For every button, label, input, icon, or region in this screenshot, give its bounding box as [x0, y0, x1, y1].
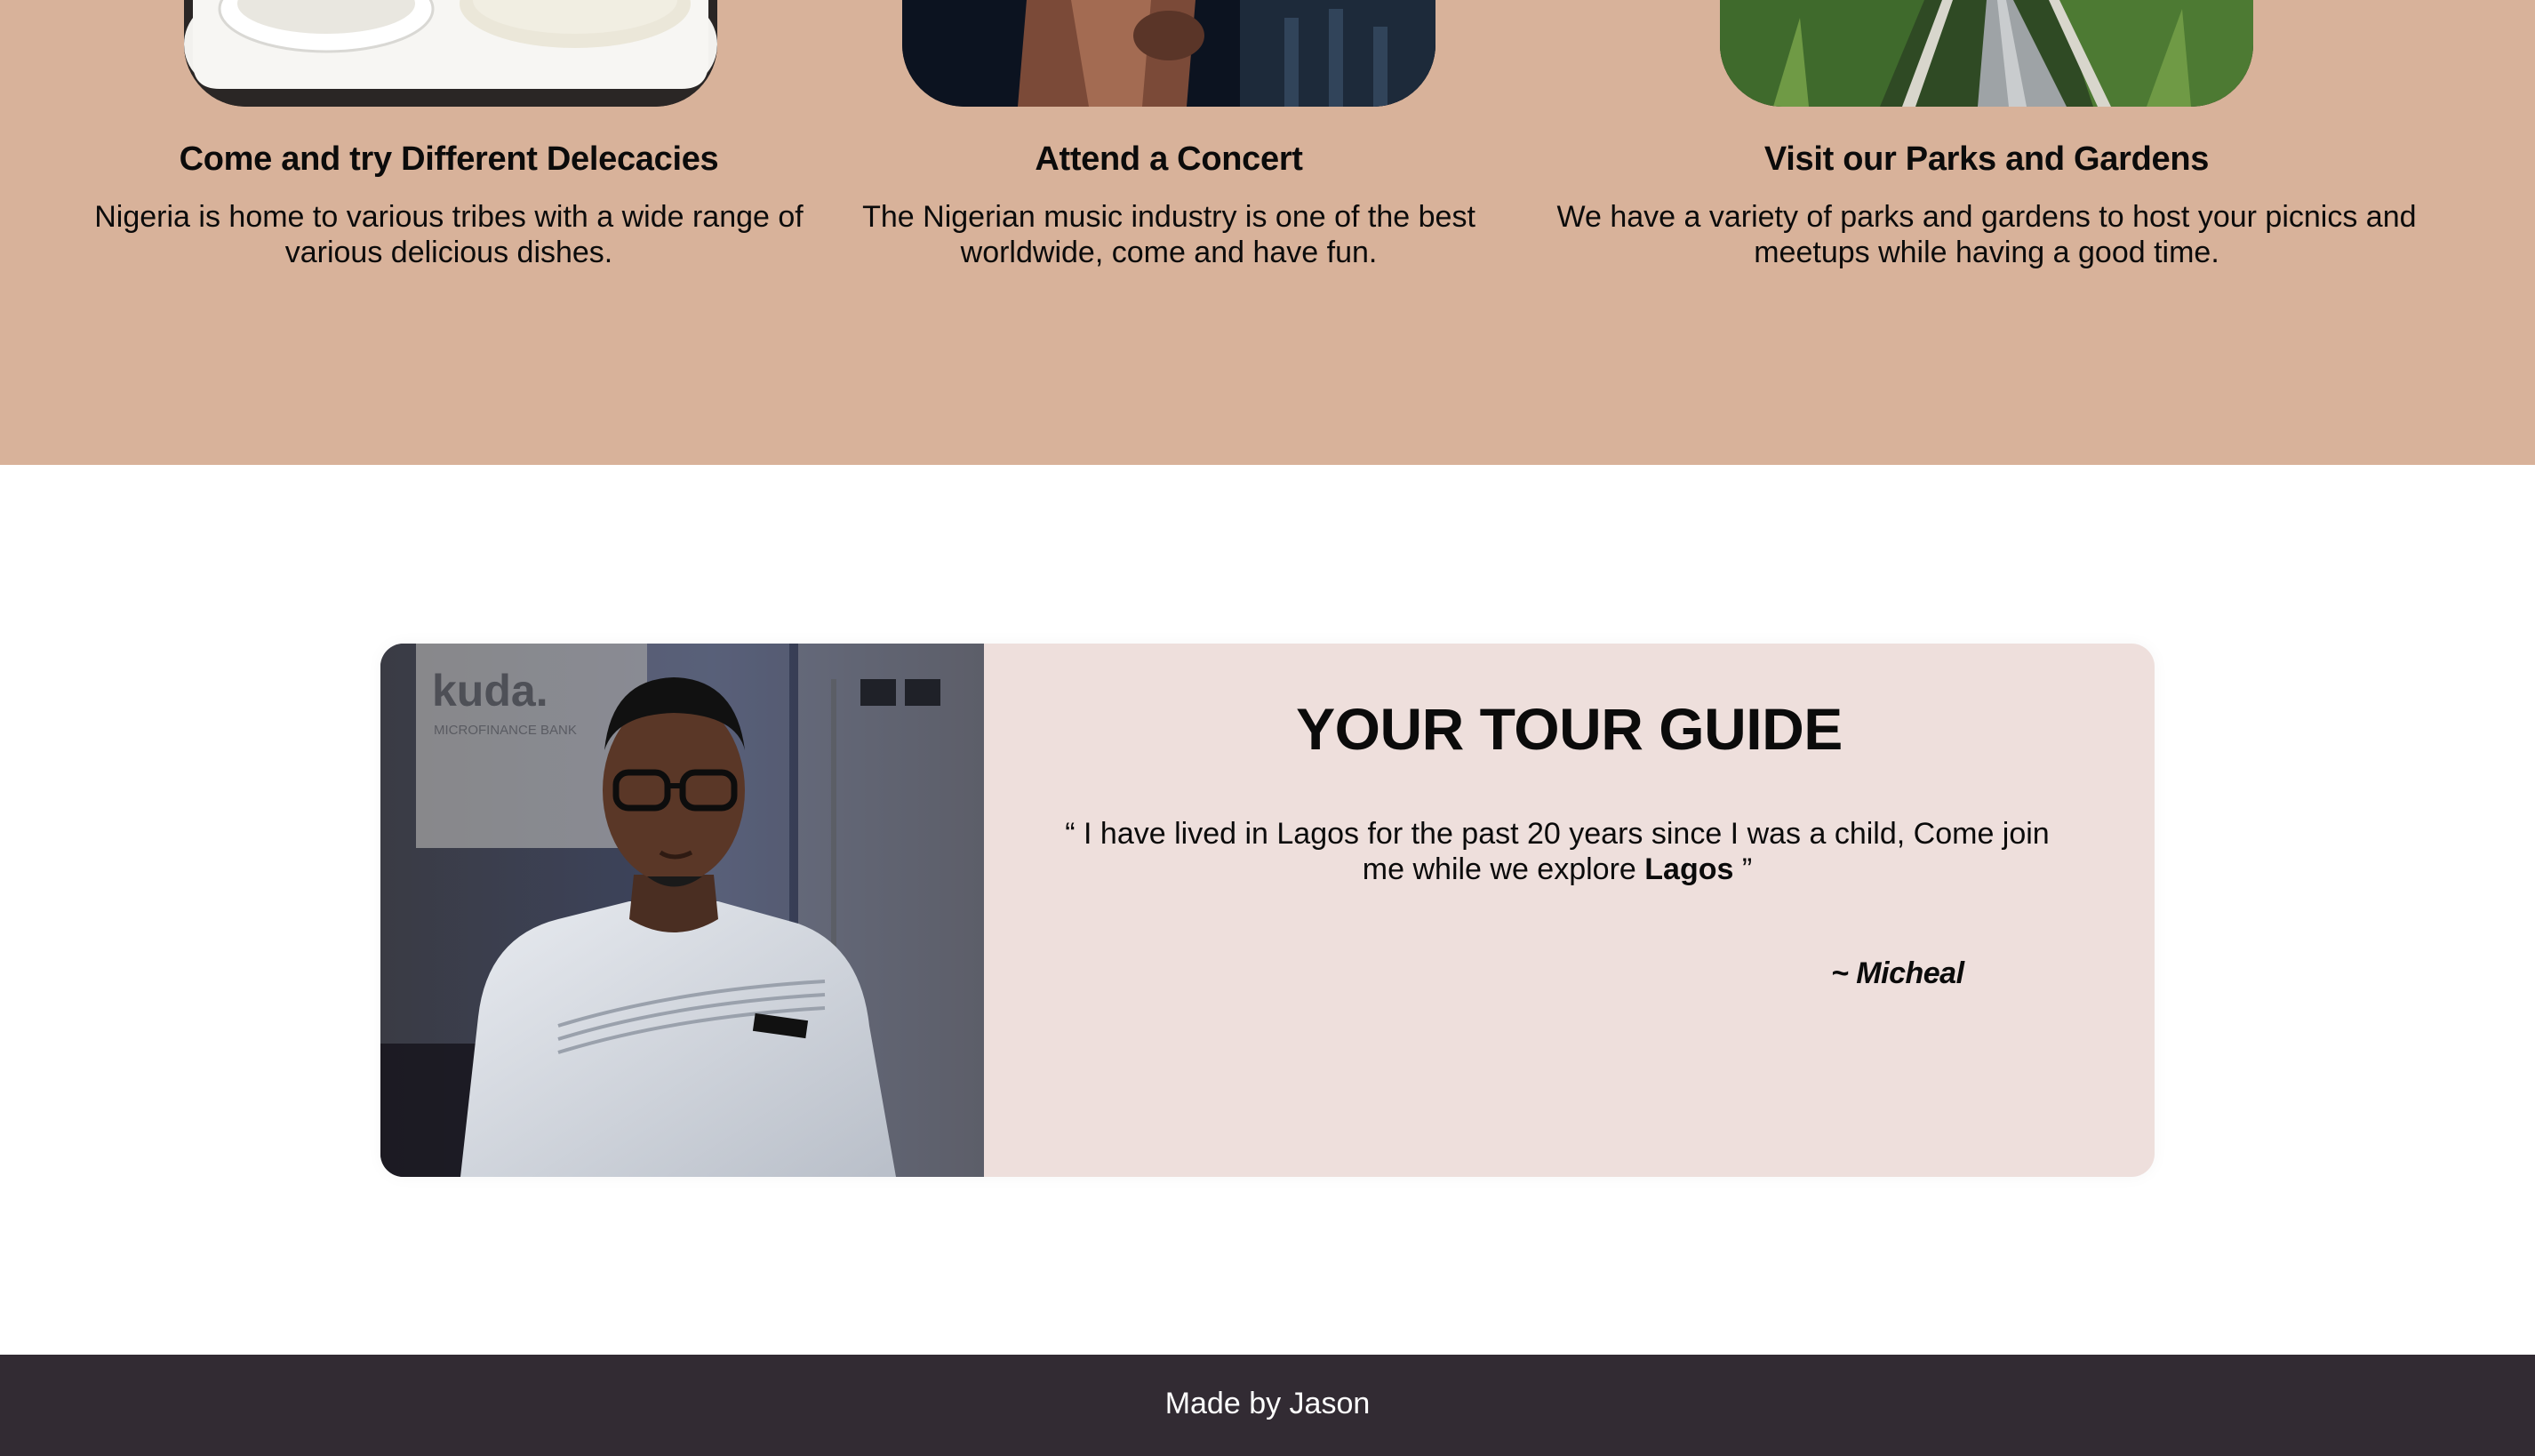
concert-performer-image: [902, 0, 1435, 107]
page-footer: Made by Jason: [0, 1355, 2535, 1456]
tour-guide-card: kuda. MICROFINANCE BANK YOUR TOUR GUIDE …: [380, 644, 2155, 1177]
activity-title: Come and try Different Delecacies: [179, 140, 719, 178]
quote-emphasis: Lagos: [1644, 852, 1734, 886]
activity-description: We have a variety of parks and gardens t…: [1556, 200, 2417, 269]
tour-guide-signature: ~ Micheal: [1831, 956, 1964, 990]
activity-description: The Nigerian music industry is one of th…: [862, 200, 1475, 269]
quote-open-mark: “: [1065, 817, 1084, 851]
tour-guide-heading: YOUR TOUR GUIDE: [1296, 696, 1843, 762]
tour-guide-portrait: kuda. MICROFINANCE BANK: [380, 644, 984, 1177]
activity-description: Nigeria is home to various tribes with a…: [94, 200, 804, 269]
concert-performer-illustration: [902, 0, 1435, 107]
activities-section: Come and try Different Delecacies Nigeri…: [0, 0, 2535, 465]
tour-guide-photo: kuda. MICROFINANCE BANK: [380, 644, 984, 1177]
park-walkway-illustration: [1720, 0, 2253, 107]
kuda-sign-subtext: MICROFINANCE BANK: [434, 723, 577, 738]
kuda-sign-text: kuda.: [432, 666, 548, 716]
tour-guide-quote: “ I have lived in Lagos for the past 20 …: [1046, 816, 2068, 887]
quote-text: I have lived in Lagos for the past 20 ye…: [1084, 817, 2050, 886]
food-platter-illustration: [184, 0, 717, 107]
footer-credit: Made by Jason: [1164, 1387, 1371, 1420]
activity-title: Attend a Concert: [1035, 140, 1303, 178]
park-walkway-image: [1720, 0, 2253, 107]
activity-title: Visit our Parks and Gardens: [1763, 140, 2210, 178]
tour-guide-content: YOUR TOUR GUIDE “ I have lived in Lagos …: [984, 644, 2155, 1177]
quote-close-mark: ”: [1733, 852, 1753, 886]
food-platter-image: [184, 0, 717, 107]
